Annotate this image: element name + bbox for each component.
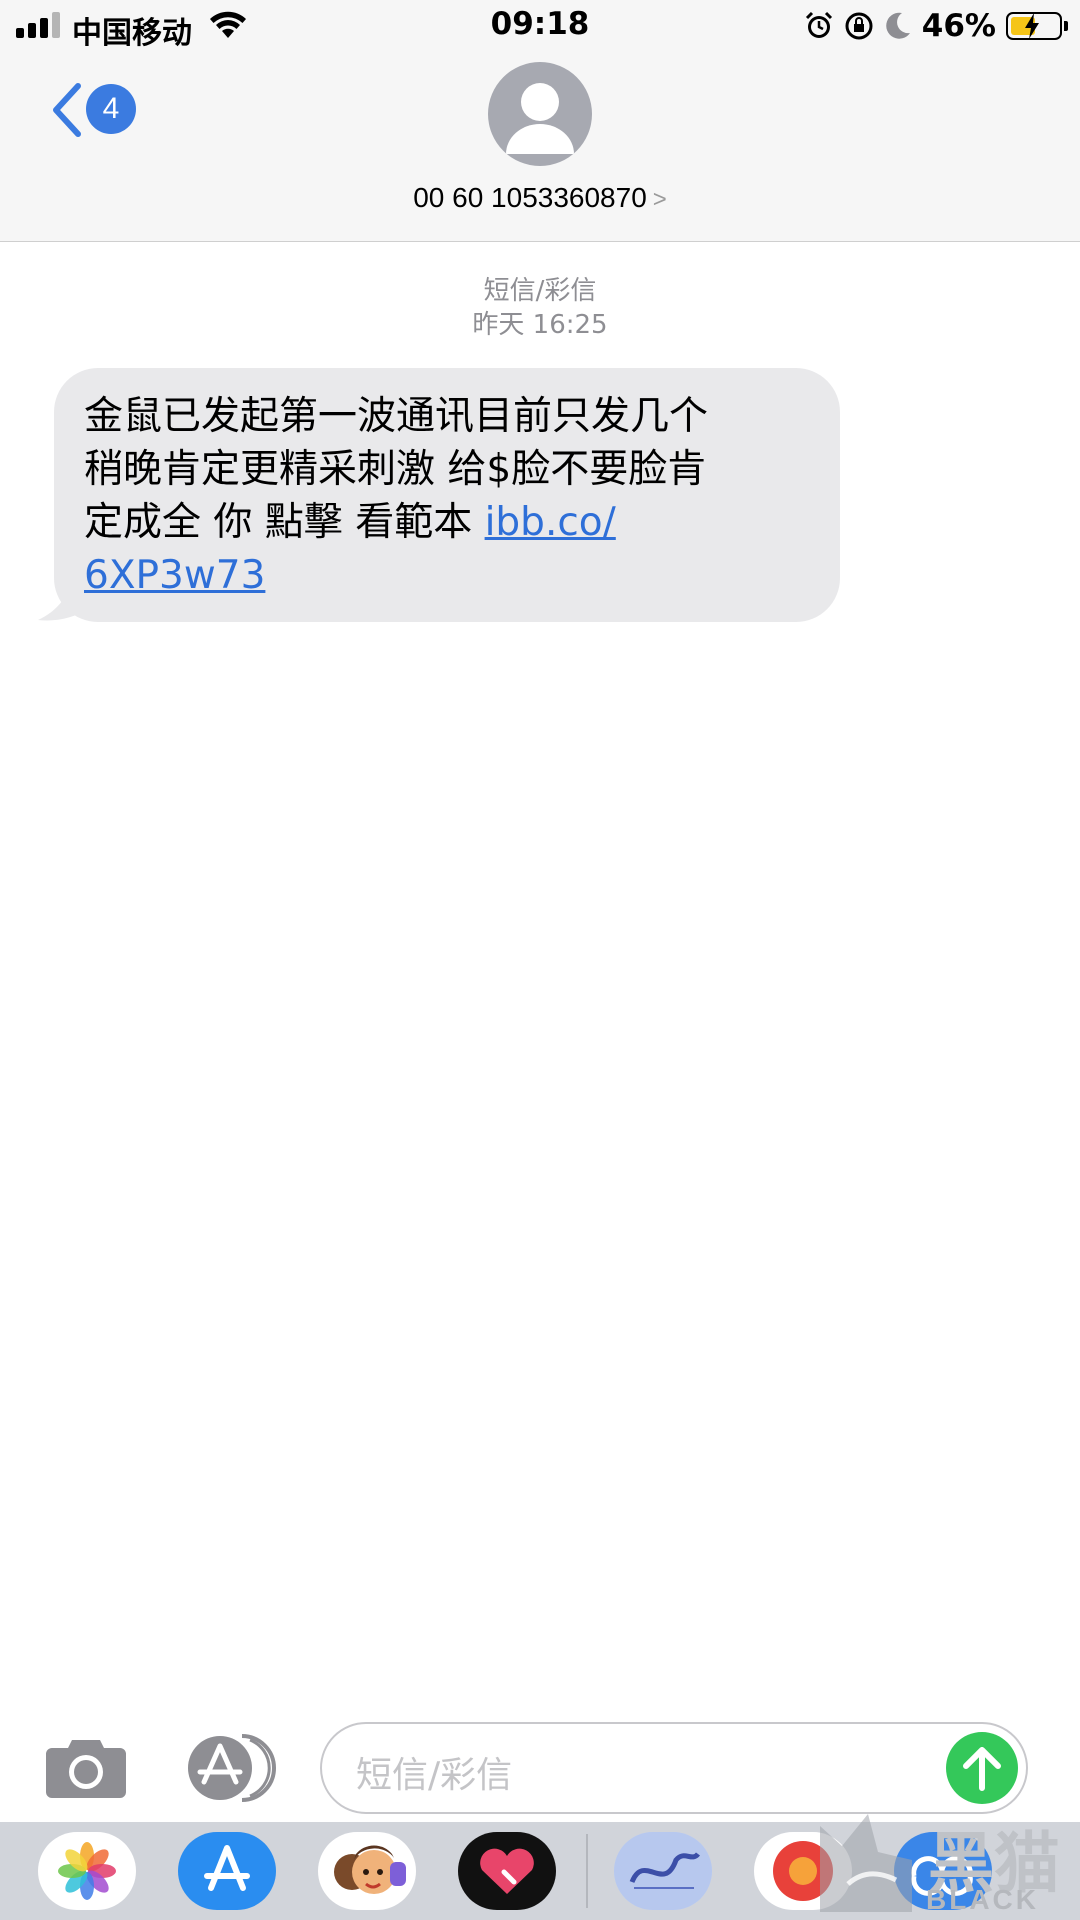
app-store-icon[interactable]	[178, 1832, 276, 1910]
send-button[interactable]	[946, 1732, 1018, 1804]
game-app-icon[interactable]	[614, 1832, 712, 1910]
moon-icon	[886, 12, 910, 39]
person-icon	[506, 83, 574, 154]
camera-icon	[46, 1740, 126, 1798]
message-timestamp: 昨天 16:25	[472, 310, 608, 340]
watermark-logo: 黑猫 BLACK CAT	[808, 1806, 1080, 1920]
cat-icon	[820, 1814, 912, 1912]
message-link-continued[interactable]: 6XP3w73	[84, 553, 265, 598]
camera-button[interactable]	[44, 1736, 128, 1800]
message-line: 金鼠已发起第一波通讯目前只发几个	[84, 394, 709, 439]
thread-meta: 短信/彩信 昨天 16:25	[0, 274, 1080, 342]
conversation-header: 4 00 60 1053360870 >	[0, 52, 1080, 242]
alarm-icon	[805, 11, 832, 38]
message-input-placeholder: 短信/彩信	[356, 1755, 513, 1796]
message-input[interactable]: 短信/彩信	[320, 1722, 1028, 1814]
service-label: 短信/彩信	[483, 276, 597, 306]
memoji-icon[interactable]	[318, 1832, 416, 1910]
contact-avatar[interactable]	[488, 62, 592, 166]
unread-count-badge: 4	[86, 84, 136, 134]
watermark-text-en: BLACK CAT	[926, 1884, 1039, 1920]
contact-number-text: 00 60 1053360870	[413, 182, 647, 213]
chevron-right-icon: >	[652, 186, 667, 213]
photos-icon[interactable]	[38, 1832, 136, 1910]
contact-number[interactable]: 00 60 1053360870 >	[0, 182, 1080, 214]
message-line: 定成全 你 點擊 看範本 ibb.co/	[84, 496, 810, 549]
incoming-message[interactable]: 金鼠已发起第一波通讯目前只发几个 稍晚肯定更精采刺激 给$脸不要脸肯 定成全 你…	[34, 368, 840, 622]
app-store-button[interactable]	[180, 1732, 280, 1804]
message-line: 6XP3w73	[84, 549, 810, 602]
status-bar: 中国移动 09:18 46%	[0, 0, 1080, 52]
battery-percent: 46%	[921, 8, 996, 44]
digital-touch-icon[interactable]	[458, 1832, 556, 1910]
rotation-lock-icon	[845, 12, 873, 40]
arrow-up-icon	[963, 1747, 1001, 1791]
message-line: 稍晚肯定更精采刺激 给$脸不要脸肯	[84, 447, 707, 492]
battery-charging-icon	[1006, 12, 1062, 40]
drawer-divider	[586, 1834, 588, 1908]
chevron-left-icon	[53, 83, 81, 137]
message-text: 定成全 你 點擊 看範本	[84, 500, 485, 545]
message-link[interactable]: ibb.co/	[485, 500, 616, 545]
back-button[interactable]: 4	[50, 74, 150, 146]
app-store-icon	[188, 1734, 276, 1802]
message-bubble: 金鼠已发起第一波通讯目前只发几个 稍晚肯定更精采刺激 给$脸不要脸肯 定成全 你…	[54, 368, 840, 622]
